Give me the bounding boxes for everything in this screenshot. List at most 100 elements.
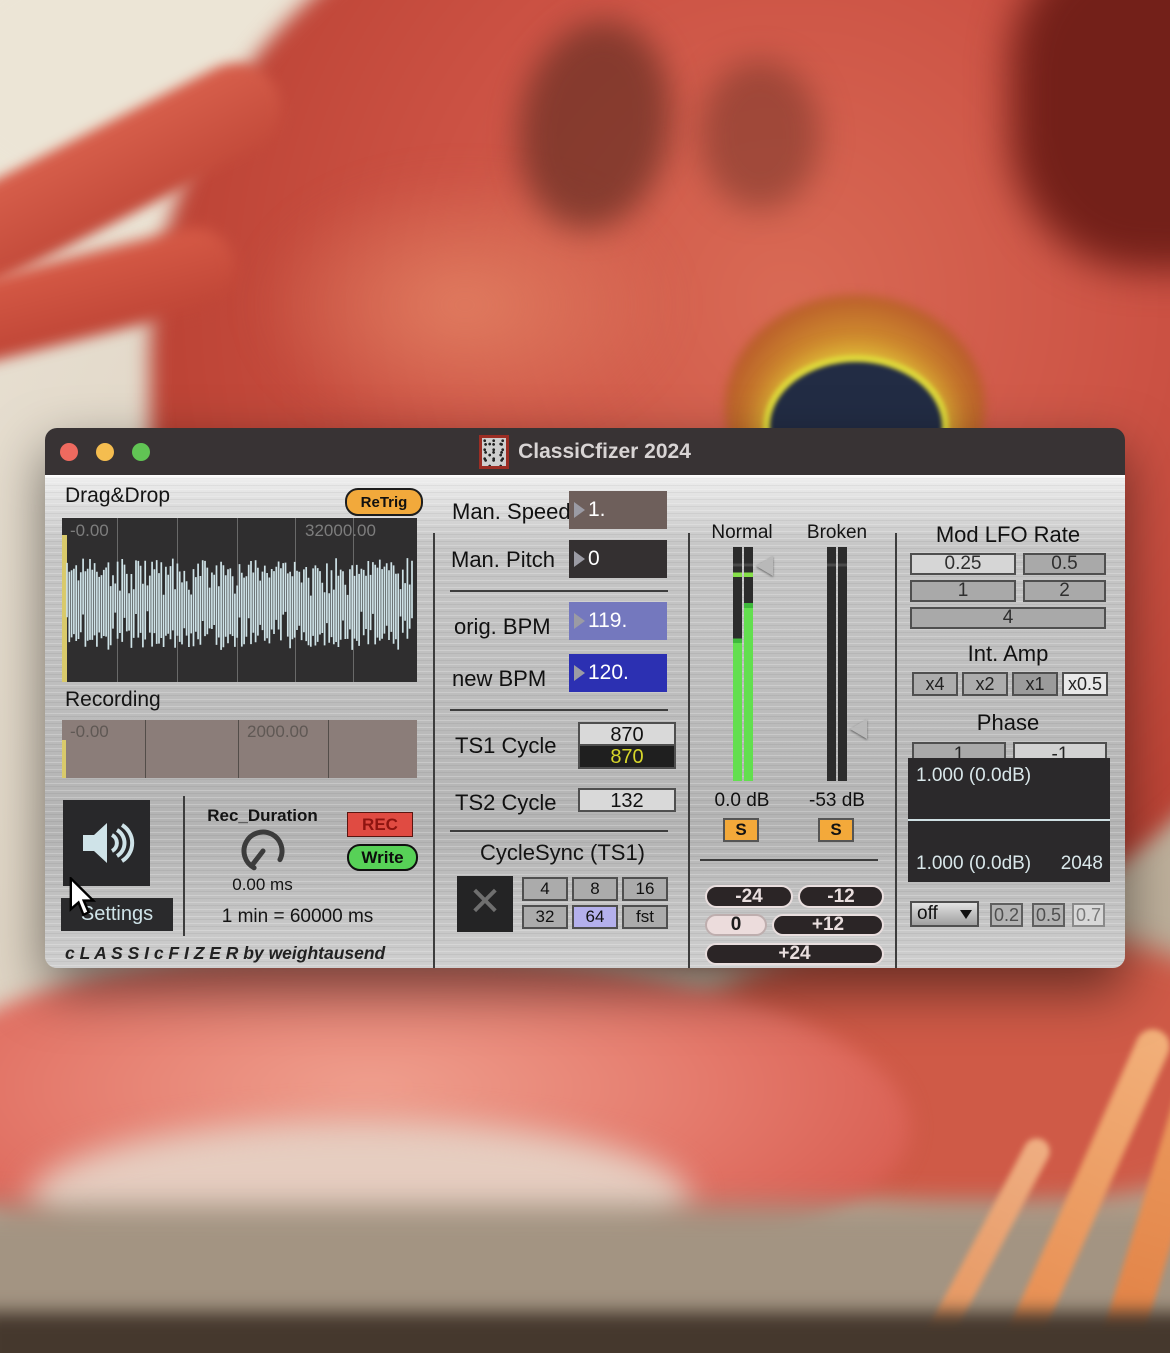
broken-meter-label: Broken [787, 522, 887, 544]
man-speed-label: Man. Speed [452, 499, 571, 525]
cyclesync-toggle[interactable]: ✕ [457, 876, 513, 932]
numbox-arrow-icon [574, 665, 585, 681]
fish-marking [700, 60, 820, 210]
sync-button-fst[interactable]: fst [622, 905, 668, 929]
normal-meter-label: Normal [692, 522, 792, 544]
gain-top-value: 1.000 (0.0dB) [916, 765, 1031, 787]
window-title: ClassiCfizer 2024 [518, 440, 691, 464]
divider [450, 590, 668, 592]
broken-gain-slider[interactable] [850, 719, 867, 739]
divider [183, 796, 185, 936]
normal-db-value: 0.0 dB [692, 790, 792, 812]
normal-meter-left [733, 547, 742, 781]
recording-waveform-display[interactable]: -0.00 2000.00 [62, 720, 417, 778]
man-pitch-label: Man. Pitch [451, 547, 555, 573]
waveform-svg [66, 544, 414, 670]
gain-display-panel[interactable]: 1.000 (0.0dB) 1.000 (0.0dB) 2048 [908, 758, 1110, 882]
ts1-cycle-target[interactable]: 870 [578, 722, 676, 746]
amp-x1-button[interactable]: x1 [1012, 672, 1058, 696]
new-bpm-numbox[interactable]: 120. [569, 654, 667, 692]
man-speed-numbox[interactable]: 1. [569, 491, 667, 529]
sync-button-32[interactable]: 32 [522, 905, 568, 929]
gain-bottom-value: 1.000 (0.0dB) [916, 853, 1031, 875]
recording-label: Recording [65, 688, 161, 712]
lfo-rate-05-button[interactable]: 0.5 [1023, 553, 1106, 575]
divider [433, 533, 435, 968]
grid-line [145, 720, 146, 778]
rec-mid-label: 2000.00 [247, 722, 308, 742]
sync-button-64[interactable]: 64 [572, 905, 618, 929]
numbox-arrow-icon [574, 613, 585, 629]
write-button[interactable]: Write [347, 844, 418, 871]
minimize-button[interactable] [96, 443, 114, 461]
zoom-button[interactable] [132, 443, 150, 461]
ts1-cycle-actual: 870 [578, 744, 676, 769]
broken-meter-right [838, 547, 847, 781]
transpose-zero-button[interactable]: 0 [705, 914, 767, 936]
normal-gain-slider[interactable] [756, 556, 773, 576]
amp-x05-button[interactable]: x0.5 [1062, 672, 1108, 696]
filter-selected-value: off [917, 903, 938, 925]
q-02-button[interactable]: 0.2 [990, 903, 1023, 927]
grid-line [238, 720, 239, 778]
new-bpm-value: 120. [588, 661, 629, 685]
amp-x2-button[interactable]: x2 [962, 672, 1008, 696]
rec-duration-hint: 1 min = 60000 ms [195, 906, 400, 928]
panel-background: Drag&Drop ReTrig -0.00 32000.00 Recordin… [45, 475, 1125, 968]
rec-duration-knob[interactable] [238, 826, 288, 876]
speaker-icon [79, 819, 135, 867]
filter-dropdown[interactable]: off [910, 901, 979, 927]
chevron-down-icon [960, 910, 972, 919]
normal-meter-right [744, 547, 753, 781]
photo-bottom-shadow [0, 1312, 1170, 1353]
orig-bpm-numbox[interactable]: 119. [569, 602, 667, 640]
app-window: ClassiCfizer 2024 Drag&Drop ReTrig -0.00… [45, 428, 1125, 968]
broken-db-value: -53 dB [787, 790, 887, 812]
sample-waveform-display[interactable]: -0.00 32000.00 [62, 518, 417, 682]
divider [450, 709, 668, 711]
rec-duration-label: Rec_Duration [195, 806, 330, 826]
close-button[interactable] [60, 443, 78, 461]
ts2-cycle-value[interactable]: 132 [578, 788, 676, 812]
transpose-plus24-button[interactable]: +24 [705, 943, 884, 965]
phase-title: Phase [910, 710, 1106, 736]
orig-bpm-label: orig. BPM [454, 614, 551, 640]
wave-end-label: 32000.00 [305, 521, 376, 541]
grid-line [328, 720, 329, 778]
ts2-cycle-label: TS2 Cycle [455, 790, 556, 816]
ts1-cycle-label: TS1 Cycle [455, 733, 556, 759]
cyclesync-title: CycleSync (TS1) [437, 840, 688, 866]
transpose-minus12-button[interactable]: -12 [798, 885, 884, 908]
sync-button-4[interactable]: 4 [522, 877, 568, 901]
retrig-button[interactable]: ReTrig [345, 488, 423, 516]
rec-start-label: -0.00 [70, 722, 109, 742]
lfo-rate-2-button[interactable]: 2 [1023, 580, 1106, 602]
sync-button-8[interactable]: 8 [572, 877, 618, 901]
transpose-minus24-button[interactable]: -24 [705, 885, 793, 908]
orig-bpm-value: 119. [588, 609, 627, 633]
lfo-rate-4-button[interactable]: 4 [910, 607, 1106, 629]
q-05-button[interactable]: 0.5 [1032, 903, 1065, 927]
playhead-marker[interactable] [62, 740, 66, 778]
wave-start-label: -0.00 [70, 521, 109, 541]
q-07-button[interactable]: 0.7 [1072, 903, 1105, 927]
man-pitch-value: 0 [588, 547, 600, 571]
record-button[interactable]: REC [347, 812, 413, 837]
clock-icon [479, 435, 509, 469]
divider [895, 533, 897, 968]
titlebar[interactable]: ClassiCfizer 2024 [45, 428, 1125, 475]
man-speed-value: 1. [588, 498, 606, 522]
transpose-plus12-button[interactable]: +12 [772, 914, 884, 936]
new-bpm-label: new BPM [452, 666, 546, 692]
sync-button-16[interactable]: 16 [622, 877, 668, 901]
amp-x4-button[interactable]: x4 [912, 672, 958, 696]
man-pitch-numbox[interactable]: 0 [569, 540, 667, 578]
audio-output-button[interactable] [63, 800, 150, 886]
numbox-arrow-icon [574, 502, 585, 518]
mouse-cursor [65, 877, 99, 919]
lfo-rate-1-button[interactable]: 1 [910, 580, 1016, 602]
gain-divider [908, 819, 1110, 821]
normal-solo-button[interactable]: S [723, 818, 759, 842]
lfo-rate-025-button[interactable]: 0.25 [910, 553, 1016, 575]
broken-solo-button[interactable]: S [818, 818, 854, 842]
